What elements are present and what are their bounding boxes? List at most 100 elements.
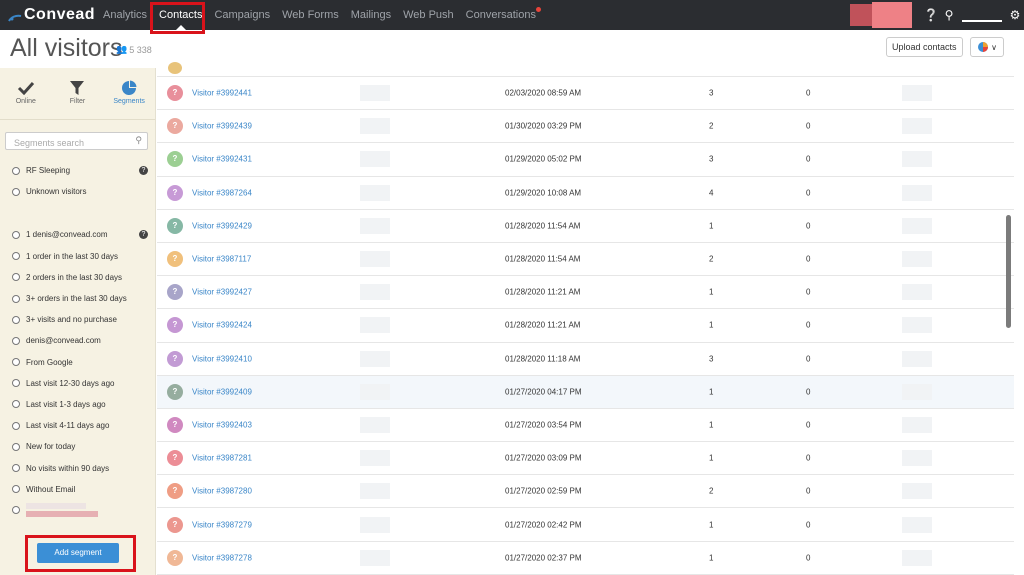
help-icon[interactable]: ❔	[922, 8, 940, 22]
redacted-cell	[902, 450, 932, 467]
nav-campaigns[interactable]: Campaigns	[208, 0, 276, 30]
visitor-name-link[interactable]: Visitor #3992403	[192, 420, 252, 429]
segment-item[interactable]: 1 order in the last 30 days	[0, 246, 155, 267]
segments-search: ⚲	[5, 132, 148, 151]
radio-button[interactable]	[12, 442, 20, 451]
nav-conversations[interactable]: Conversations	[460, 0, 542, 30]
redacted-cell	[902, 549, 932, 566]
radio-button[interactable]	[12, 294, 20, 303]
redacted-cell	[902, 184, 932, 201]
visitor-name-link[interactable]: Visitor #3987278	[192, 553, 252, 562]
table-row[interactable]: ? Visitor #3992410 01/28/2020 11:18 AM 3 0	[157, 343, 1014, 376]
radio-button[interactable]	[12, 400, 20, 409]
nav-analytics[interactable]: Analytics	[97, 0, 153, 30]
table-row[interactable]: ? Visitor #3992431 01/29/2020 05:02 PM 3 0	[157, 143, 1014, 177]
redacted-cell	[360, 483, 390, 500]
chart-dropdown-button[interactable]: ∨	[970, 37, 1004, 57]
segment-list-primary: RF Sleeping? Unknown visitors	[0, 160, 155, 202]
visitor-name-link[interactable]: Visitor #3987281	[192, 454, 252, 463]
table-row[interactable]: ? Visitor #3987280 01/27/2020 02:59 PM 2 0	[157, 475, 1014, 509]
table-row[interactable]: ? Visitor #3992429 01/28/2020 11:54 AM 1 0	[157, 210, 1014, 243]
scrollbar[interactable]	[1006, 215, 1011, 328]
visits-count: 1	[709, 453, 714, 463]
visitor-name-link[interactable]: Visitor #3992441	[192, 89, 252, 98]
gear-icon[interactable]: ⚙	[1006, 8, 1024, 22]
upload-contacts-button[interactable]: Upload contacts	[886, 37, 963, 57]
user-menu[interactable]	[962, 8, 1002, 22]
radio-button[interactable]	[12, 166, 20, 175]
radio-button[interactable]	[12, 358, 20, 367]
radio-button[interactable]	[12, 421, 20, 430]
redacted-cell	[902, 317, 932, 334]
table-row[interactable]: ? Visitor #3987117 01/28/2020 11:54 AM 2 0	[157, 243, 1014, 277]
segment-item[interactable]: Last visit 1-3 days ago	[0, 394, 155, 415]
convead-logo[interactable]: Convead	[8, 4, 95, 26]
segment-item[interactable]: Unknown visitors	[0, 181, 155, 202]
nav-web-forms[interactable]: Web Forms	[276, 0, 345, 30]
visitor-name-link[interactable]: Visitor #3992439	[192, 122, 252, 131]
radio-button[interactable]	[12, 485, 20, 494]
visitor-name-link[interactable]: Visitor #3992431	[192, 155, 252, 164]
avatar	[168, 62, 182, 74]
radio-button[interactable]	[12, 252, 20, 261]
add-segment-button[interactable]: Add segment	[37, 543, 119, 563]
segment-item[interactable]: Last visit 4-11 days ago	[0, 415, 155, 436]
tab-segments[interactable]: Segments	[106, 78, 152, 119]
nav-mailings[interactable]: Mailings	[345, 0, 397, 30]
segment-item[interactable]: 2 orders in the last 30 days	[0, 267, 155, 288]
segment-item[interactable]: denis@convead.com	[0, 330, 155, 351]
nav-label: Web Push	[403, 9, 454, 21]
table-row[interactable]: ? Visitor #3992439 01/30/2020 03:29 PM 2 0	[157, 110, 1014, 144]
radio-button[interactable]	[12, 315, 20, 324]
table-row[interactable]: ? Visitor #3992409 01/27/2020 04:17 PM 1 0	[157, 375, 1014, 409]
radio-button[interactable]	[12, 506, 20, 515]
visitor-name-link[interactable]: Visitor #3992409	[192, 387, 252, 396]
table-row[interactable]: ? Visitor #3987264 01/29/2020 10:08 AM 4 0	[157, 177, 1014, 210]
segments-search-input[interactable]	[6, 135, 126, 151]
visitor-name-link[interactable]: Visitor #3987264	[192, 188, 252, 197]
segment-item[interactable]: RF Sleeping?	[0, 160, 155, 181]
table-row[interactable]: ? Visitor #3992441 02/03/2020 08:59 AM 3 0	[157, 77, 1014, 111]
redacted-cell	[360, 284, 390, 301]
visitor-name-link[interactable]: Visitor #3992427	[192, 288, 252, 297]
visitor-name-link[interactable]: Visitor #3992424	[192, 321, 252, 330]
table-row[interactable]: ? Visitor #3992403 01/27/2020 03:54 PM 1 0	[157, 409, 1014, 443]
table-row[interactable]: ? Visitor #3992424 01/28/2020 11:21 AM 1 0	[157, 309, 1014, 343]
radio-button[interactable]	[12, 336, 20, 345]
orders-count: 0	[806, 486, 811, 496]
table-row[interactable]: ? Visitor #3987279 01/27/2020 02:42 PM 1 0	[157, 508, 1014, 542]
segment-item[interactable]: Last visit 12-30 days ago	[0, 373, 155, 394]
sidebar-tabs: Online Filter Segments	[0, 68, 155, 120]
nav-web-push[interactable]: Web Push	[397, 0, 460, 30]
segment-item[interactable]: From Google	[0, 352, 155, 373]
filter-icon	[69, 78, 85, 98]
visitor-name-link[interactable]: Visitor #3992410	[192, 354, 252, 363]
radio-button[interactable]	[12, 187, 20, 196]
radio-button[interactable]	[12, 273, 20, 282]
segment-item[interactable]: 1 denis@convead.com?	[0, 224, 155, 245]
avatar: ?	[167, 350, 183, 367]
segment-item[interactable]: New for today	[0, 436, 155, 457]
tab-filter[interactable]: Filter	[54, 78, 100, 119]
visitor-name-link[interactable]: Visitor #3987280	[192, 487, 252, 496]
segment-item[interactable]: 3+ orders in the last 30 days	[0, 288, 155, 309]
radio-button[interactable]	[12, 230, 20, 239]
segment-item-redacted[interactable]	[0, 500, 155, 521]
tab-online[interactable]: Online	[3, 78, 49, 119]
segment-item[interactable]: Without Email	[0, 479, 155, 500]
radio-button[interactable]	[12, 379, 20, 388]
search-icon[interactable]: ⚲	[940, 8, 958, 22]
visitor-name-link[interactable]: Visitor #3987117	[192, 255, 251, 264]
visitor-name-link[interactable]: Visitor #3987279	[192, 520, 252, 529]
table-row[interactable]: ? Visitor #3992427 01/28/2020 11:21 AM 1 0	[157, 276, 1014, 310]
segment-item[interactable]: 3+ visits and no purchase	[0, 309, 155, 330]
visitor-name-link[interactable]: Visitor #3992429	[192, 221, 252, 230]
last-visit-date: 01/28/2020 11:54 AM	[505, 254, 581, 264]
table-row[interactable]: ? Visitor #3987281 01/27/2020 03:09 PM 1 0	[157, 442, 1014, 476]
help-icon[interactable]: ?	[139, 230, 148, 240]
segment-item[interactable]: No visits within 90 days	[0, 457, 155, 478]
nav-contacts[interactable]: Contacts	[153, 0, 208, 30]
help-icon[interactable]: ?	[139, 166, 148, 176]
radio-button[interactable]	[12, 464, 20, 473]
table-row[interactable]: ? Visitor #3987278 01/27/2020 02:37 PM 1 0	[157, 542, 1014, 575]
